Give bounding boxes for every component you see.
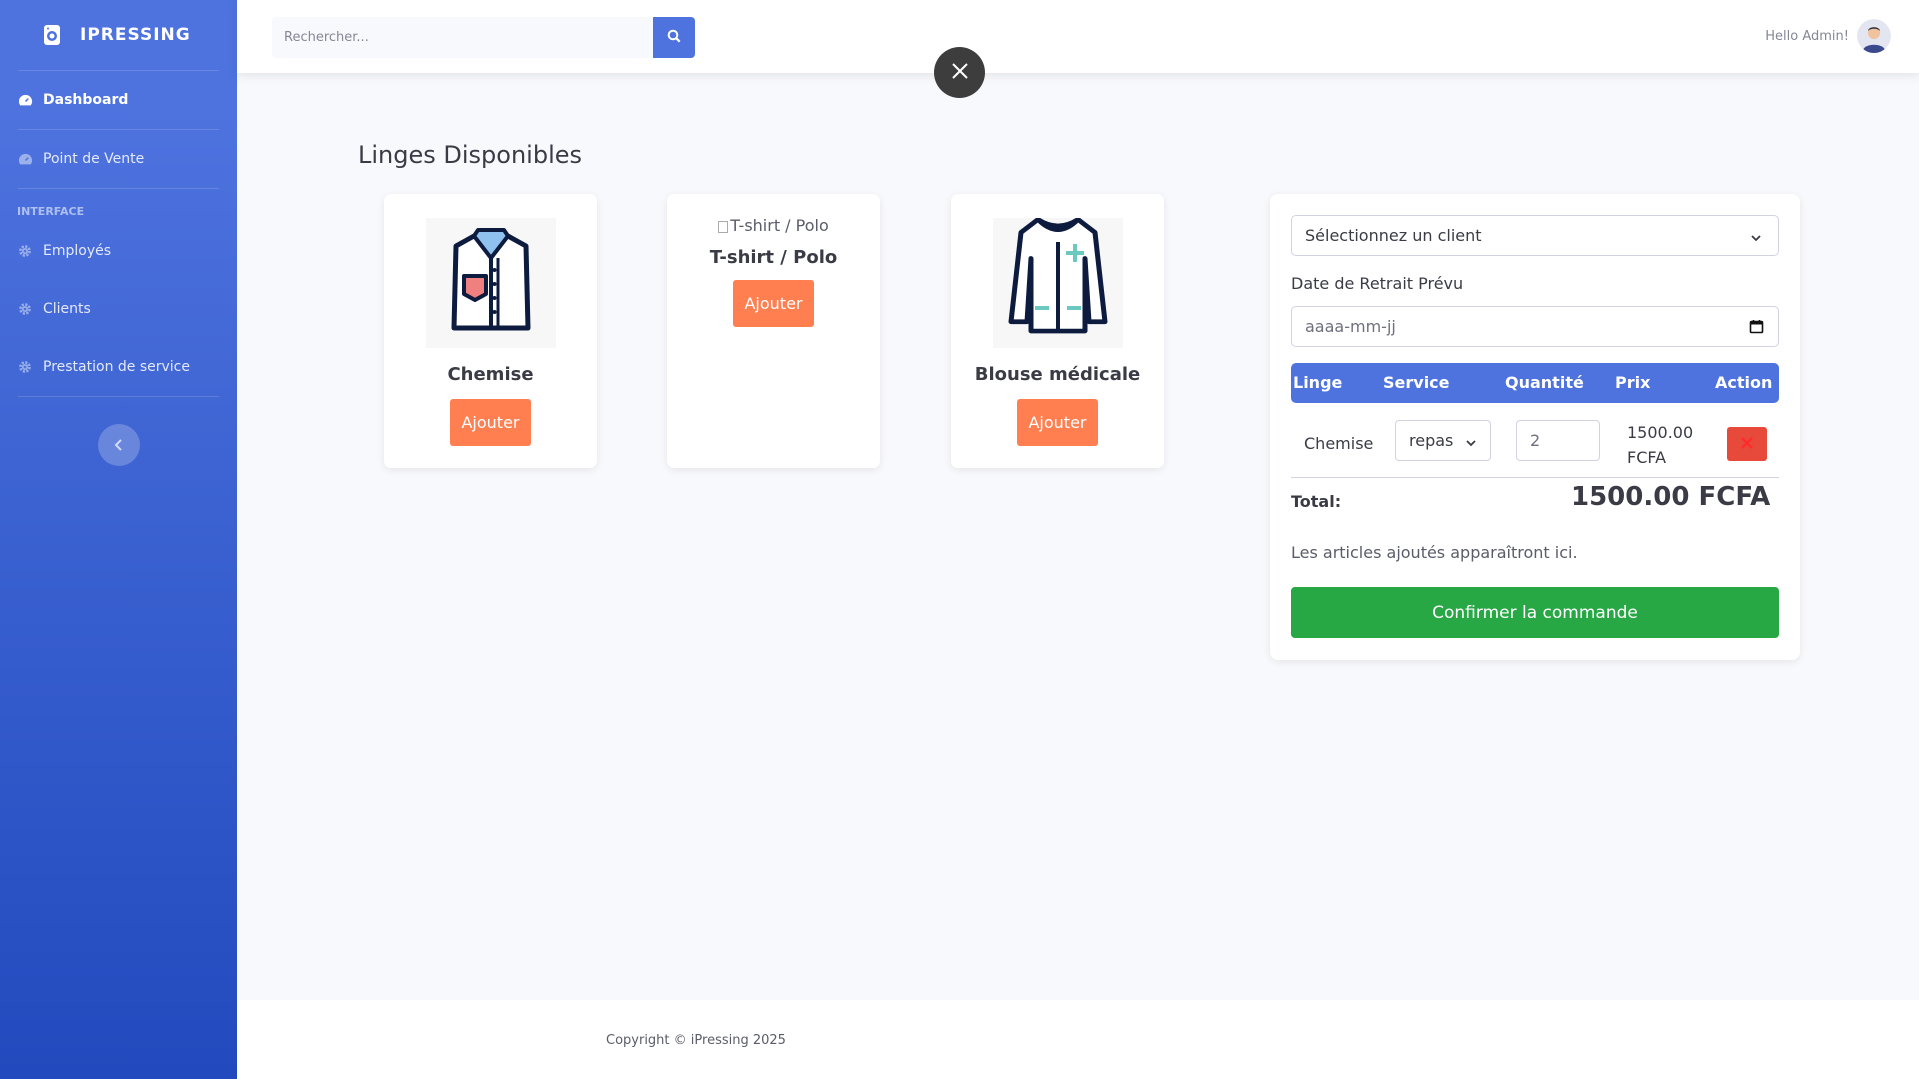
row-price: 1500.00 FCFA xyxy=(1627,423,1694,467)
cog-icon xyxy=(18,302,33,317)
blouse-image xyxy=(992,217,1123,348)
sidebar-item-point-de-vente[interactable]: Point de Vente xyxy=(0,130,237,188)
sidebar-item-label: Point de Vente xyxy=(43,151,145,167)
search-form xyxy=(272,17,695,58)
avatar xyxy=(1857,19,1891,53)
column-header: Prix xyxy=(1615,373,1651,392)
order-panel: Sélectionnez un client Date de Retrait P… xyxy=(1270,194,1800,660)
delete-row-button[interactable] xyxy=(1727,427,1767,461)
date-label: Date de Retrait Prévu xyxy=(1291,274,1464,293)
search-button[interactable] xyxy=(653,17,695,58)
page-title: Linges Disponibles xyxy=(358,141,583,169)
chevron-down-icon xyxy=(1465,434,1477,453)
sidebar-item-employes[interactable]: Employés xyxy=(0,222,237,280)
sidebar-heading: INTERFACE xyxy=(17,205,85,218)
add-button[interactable]: Ajouter xyxy=(733,280,814,327)
service-select[interactable]: repas xyxy=(1395,420,1491,461)
order-table-header: Linge Service Quantité Prix Action xyxy=(1291,363,1779,403)
column-header: Quantité xyxy=(1505,373,1584,392)
cog-icon xyxy=(18,360,33,375)
add-button[interactable]: Ajouter xyxy=(450,399,531,446)
table-row: Chemise repas 2 1500.00 FCFA xyxy=(1291,412,1779,478)
close-icon xyxy=(1741,436,1753,452)
confirm-order-button[interactable]: Confirmer la commande xyxy=(1291,587,1779,638)
brand[interactable]: IPRESSING xyxy=(0,0,237,70)
column-header: Service xyxy=(1383,373,1450,392)
product-name: T-shirt / Polo xyxy=(709,247,838,268)
washing-machine-icon xyxy=(42,24,62,46)
footer: Copyright © iPressing 2025 xyxy=(237,1000,1919,1079)
sidebar-item-prestation[interactable]: Prestation de service xyxy=(0,338,237,396)
sidebar-item-label: Dashboard xyxy=(43,92,129,108)
tachometer-icon xyxy=(18,93,33,108)
sidebar-item-dashboard[interactable]: Dashboard xyxy=(0,71,237,129)
client-select[interactable]: Sélectionnez un client xyxy=(1291,215,1779,256)
total-value: 1500.00 FCFA xyxy=(1571,482,1771,512)
column-header: Action xyxy=(1715,373,1773,392)
product-card: T-shirt / Polo T-shirt / Polo Ajouter xyxy=(667,194,880,468)
quantity-value: 2 xyxy=(1530,431,1541,450)
sidebar-item-label: Prestation de service xyxy=(43,359,190,375)
copyright: Copyright © iPressing 2025 xyxy=(606,1033,786,1048)
brand-name: IPRESSING xyxy=(80,25,191,45)
product-card: Blouse médicale Ajouter xyxy=(951,194,1164,468)
search-icon xyxy=(667,29,681,46)
service-value: repas xyxy=(1409,431,1454,450)
chevron-left-icon xyxy=(114,436,124,455)
product-name: Blouse médicale xyxy=(974,364,1141,385)
product-card: Chemise Ajouter xyxy=(384,194,597,468)
row-linge: Chemise xyxy=(1304,434,1374,453)
broken-image-alt: T-shirt / Polo xyxy=(718,216,829,235)
sidebar-item-label: Employés xyxy=(43,243,112,259)
image-alt-text: T-shirt / Polo xyxy=(730,216,829,235)
close-button[interactable] xyxy=(934,47,985,98)
cog-icon xyxy=(18,244,33,259)
sidebar-item-label: Clients xyxy=(43,301,91,317)
sidebar-toggle-button[interactable] xyxy=(98,424,140,466)
total-label: Total: xyxy=(1291,492,1342,511)
user-menu[interactable]: Hello Admin! xyxy=(1765,19,1891,53)
shirt-image xyxy=(425,218,556,348)
close-icon xyxy=(951,62,969,84)
empty-message: Les articles ajoutés apparaîtront ici. xyxy=(1291,543,1578,562)
quantity-input[interactable]: 2 xyxy=(1516,420,1600,461)
user-greeting: Hello Admin! xyxy=(1765,28,1849,44)
product-name: Chemise xyxy=(447,364,534,385)
chevron-down-icon xyxy=(1750,229,1762,248)
search-input[interactable] xyxy=(272,17,653,58)
broken-image-icon xyxy=(718,220,729,233)
calendar-icon[interactable] xyxy=(1749,319,1764,338)
tachometer-icon xyxy=(18,152,33,167)
sidebar-item-clients[interactable]: Clients xyxy=(0,280,237,338)
topbar: Hello Admin! xyxy=(237,0,1919,73)
client-select-value: Sélectionnez un client xyxy=(1305,226,1482,245)
date-input[interactable]: aaaa-mm-jj xyxy=(1291,306,1779,347)
add-button[interactable]: Ajouter xyxy=(1017,399,1098,446)
sidebar-divider xyxy=(18,396,219,397)
date-placeholder: aaaa-mm-jj xyxy=(1305,317,1396,336)
sidebar: IPRESSING Dashboard Point de Vente INTER… xyxy=(0,0,237,1079)
column-header: Linge xyxy=(1293,373,1343,392)
